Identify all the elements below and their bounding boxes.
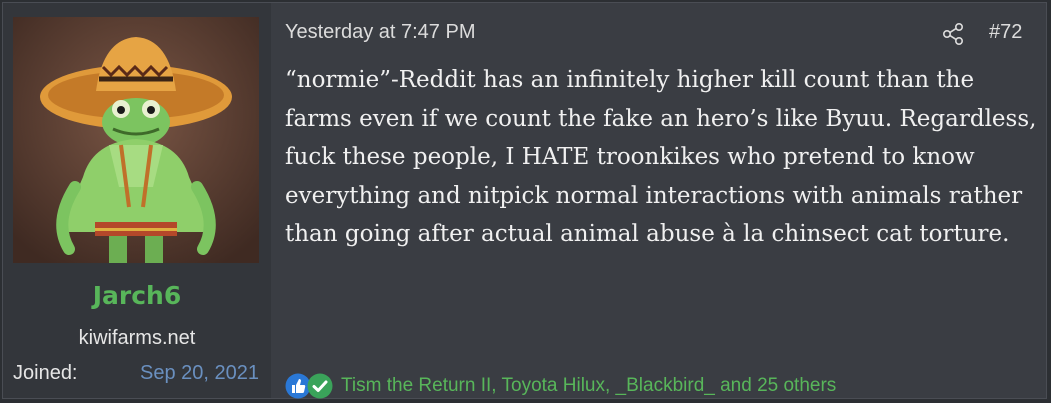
reactions-bar[interactable]: Tism the Return II, Toyota Hilux, _Black… — [285, 373, 836, 399]
user-title: kiwifarms.net — [78, 327, 196, 349]
reaction-icons — [285, 373, 333, 399]
post-number-link[interactable]: #72 — [989, 21, 1022, 44]
share-icon[interactable] — [941, 22, 965, 46]
user-info-panel: Jarch6 kiwifarms.net Joined: Sep 20, 202… — [3, 3, 271, 398]
post-date-link[interactable]: Yesterday at 7:47 PM — [285, 21, 476, 44]
username-link[interactable]: Jarch6 — [3, 281, 271, 310]
post-content-panel: Yesterday at 7:47 PM #72 “normie”-Reddit… — [271, 3, 1046, 399]
joined-row: Joined: Sep 20, 2021 — [13, 362, 259, 385]
post-body: “normie”-Reddit has an infinitely higher… — [285, 67, 1037, 247]
joined-date: Sep 20, 2021 — [140, 362, 259, 384]
joined-label: Joined: — [13, 362, 78, 384]
agree-check-icon — [307, 373, 333, 399]
forum-post: Jarch6 kiwifarms.net Joined: Sep 20, 202… — [2, 2, 1047, 399]
avatar[interactable] — [13, 17, 259, 263]
reactors-list-link[interactable]: Tism the Return II, Toyota Hilux, _Black… — [341, 375, 836, 397]
